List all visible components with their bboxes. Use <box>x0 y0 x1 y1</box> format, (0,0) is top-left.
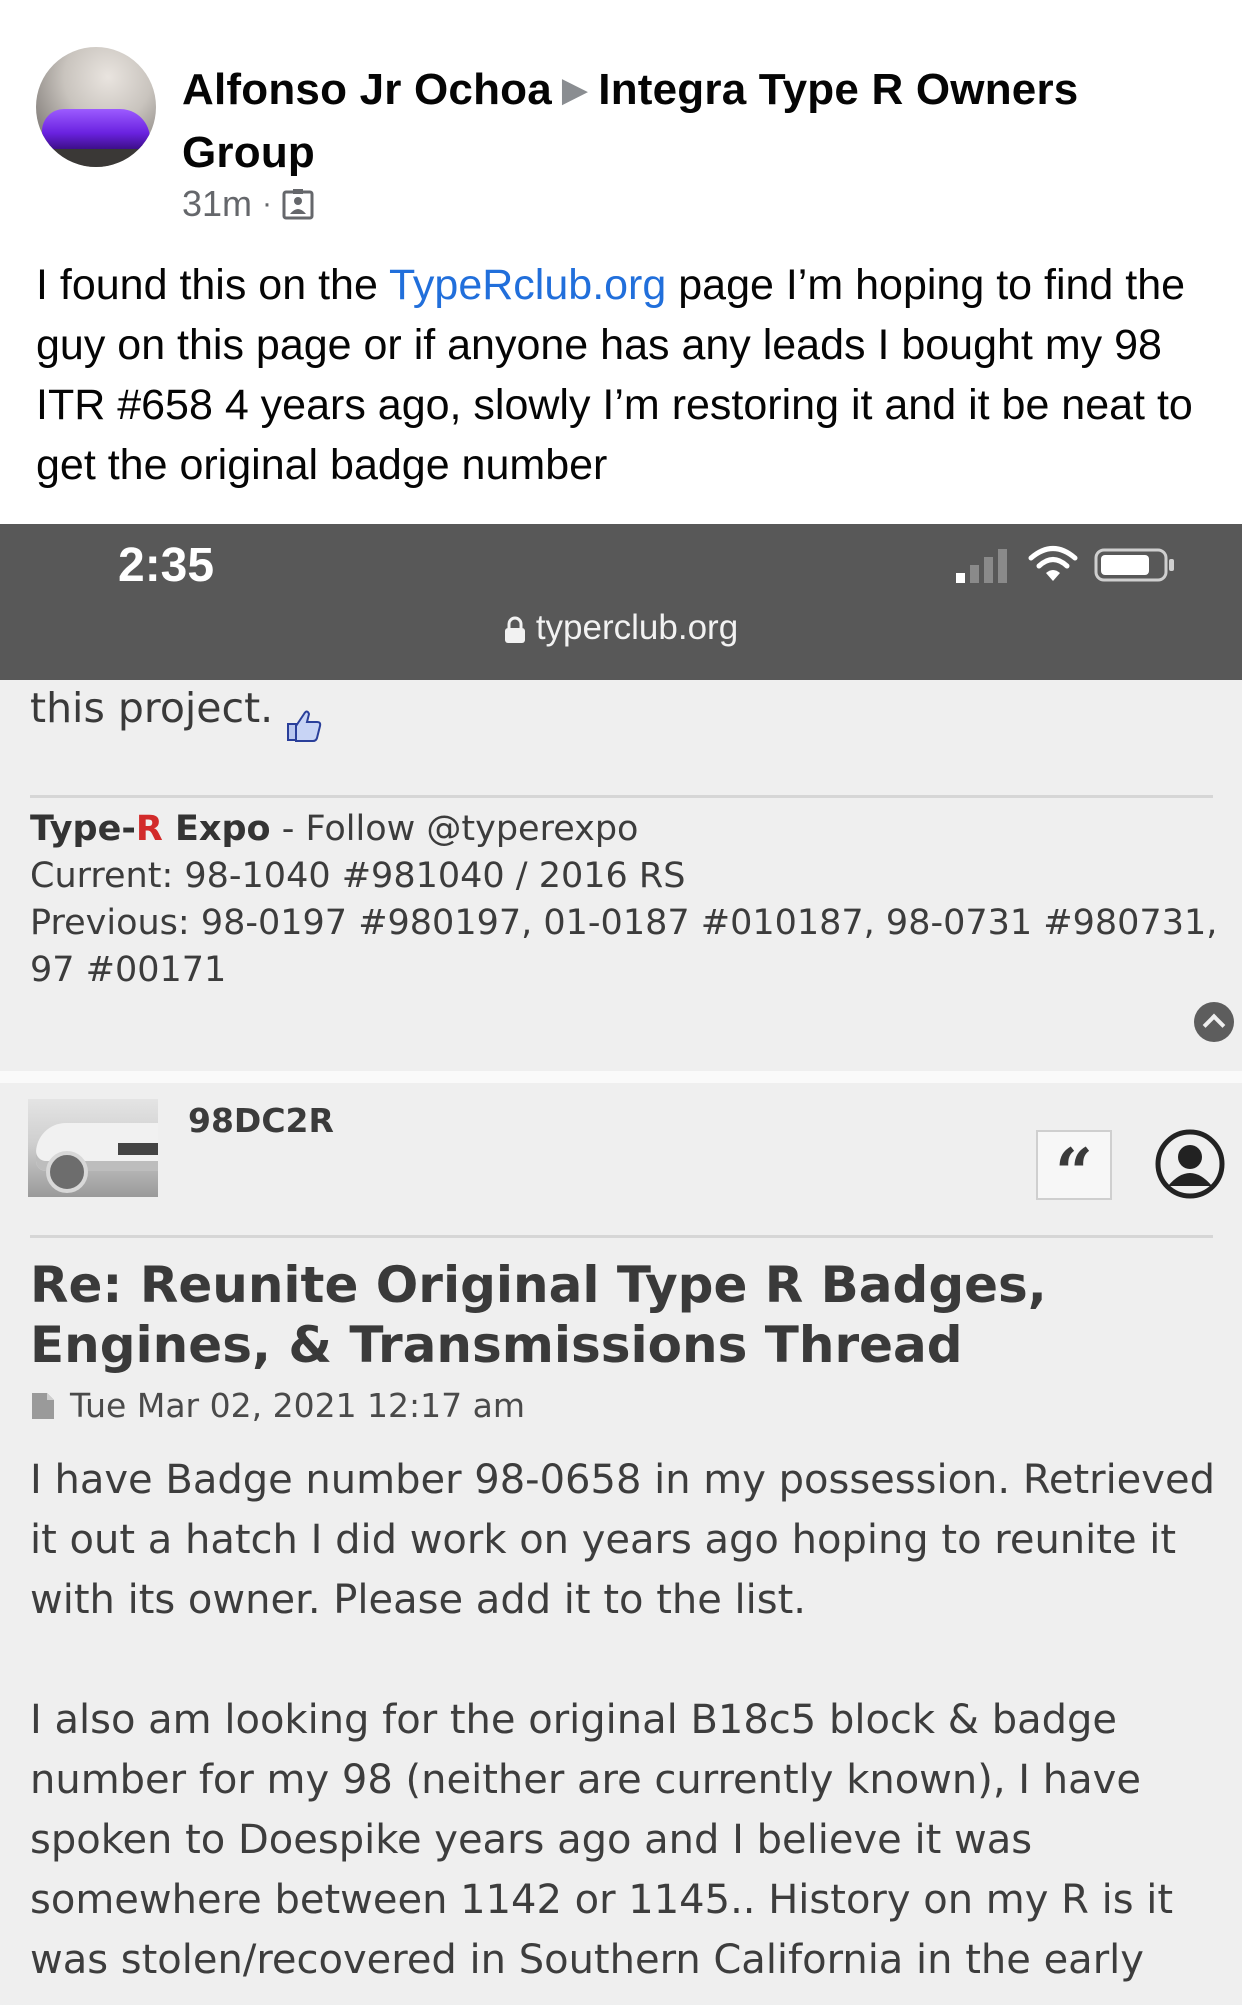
lock-icon <box>504 616 525 643</box>
phone-status-bar: 2:35 typerclub.org <box>0 524 1242 680</box>
reply-author-avatar[interactable] <box>28 1099 158 1197</box>
brand-prefix[interactable]: Type- <box>30 809 136 849</box>
signature-block: Type-R Expo - Follow @typerexpo Current:… <box>30 806 1220 994</box>
url-text: typerclub.org <box>535 608 739 647</box>
battery-icon <box>1094 548 1174 582</box>
attached-screenshot[interactable]: 2:35 typerclub.org this project. Type-R … <box>0 524 1242 2005</box>
avatar-car <box>42 109 150 149</box>
status-icons <box>954 542 1176 588</box>
user-profile-icon[interactable] <box>1154 1128 1226 1200</box>
triangle-right-icon: ▶ <box>561 71 589 109</box>
brand-suffix[interactable]: Expo <box>163 809 271 849</box>
brand-red[interactable]: R <box>136 809 163 849</box>
follow-link[interactable]: - Follow @typerexpo <box>271 809 639 849</box>
reply-date: Tue Mar 02, 2021 12:17 am <box>70 1386 526 1425</box>
avatar-car-lamp <box>118 1143 158 1155</box>
reply-body: I have Badge number 98-0658 in my posses… <box>30 1450 1220 2005</box>
reply-paragraph-1: I have Badge number 98-0658 in my posses… <box>30 1457 1215 1623</box>
post-header: Alfonso Jr Ochoa ▶ Integra Type R Owners G… <box>182 60 1142 183</box>
author-avatar[interactable] <box>36 47 156 167</box>
post-text-part1: I found this on the <box>36 261 390 309</box>
typerclub-link[interactable]: TypeRclub.org <box>389 261 666 309</box>
document-icon <box>32 1392 54 1419</box>
divider <box>30 795 1213 798</box>
reply-username[interactable]: 98DC2R <box>188 1101 334 1140</box>
post-timestamp[interactable]: 31m <box>182 183 252 225</box>
separator-dot: · <box>262 187 273 220</box>
post-text: I found this on the TypeRclub.org page I… <box>36 255 1216 495</box>
scroll-to-top-icon[interactable] <box>1194 1002 1234 1042</box>
reply-title[interactable]: Re: Reunite Original Type R Badges, Engi… <box>30 1255 1220 1375</box>
avatar-car-wheel <box>46 1151 88 1193</box>
previous-post-tail: this project. <box>30 684 274 732</box>
signature-current: Current: 98-1040 #981040 / 2016 RS <box>30 856 686 896</box>
post-meta: 31m · <box>182 183 314 225</box>
reply-paragraph-2: I also am looking for the original B18c5… <box>30 1697 1174 1983</box>
signal-icon <box>956 549 1007 583</box>
signature-line-1: Type-R Expo - Follow @typerexpo <box>30 806 1220 853</box>
address-bar[interactable]: typerclub.org <box>0 608 1242 648</box>
reply-date-row: Tue Mar 02, 2021 12:17 am <box>30 1386 525 1425</box>
thumbs-up-icon <box>287 710 322 742</box>
post-separator <box>0 1071 1242 1083</box>
status-time: 2:35 <box>118 539 215 592</box>
wifi-icon <box>1028 546 1078 581</box>
signature-previous: Previous: 98-0197 #980197, 01-0187 #0101… <box>30 903 1218 990</box>
facebook-post: Alfonso Jr Ochoa ▶ Integra Type R Owners G… <box>0 0 1242 524</box>
author-name[interactable]: Alfonso Jr Ochoa <box>182 65 552 114</box>
group-privacy-icon[interactable] <box>282 188 314 220</box>
divider <box>30 1235 1213 1238</box>
quote-button[interactable]: “ <box>1036 1130 1112 1212</box>
